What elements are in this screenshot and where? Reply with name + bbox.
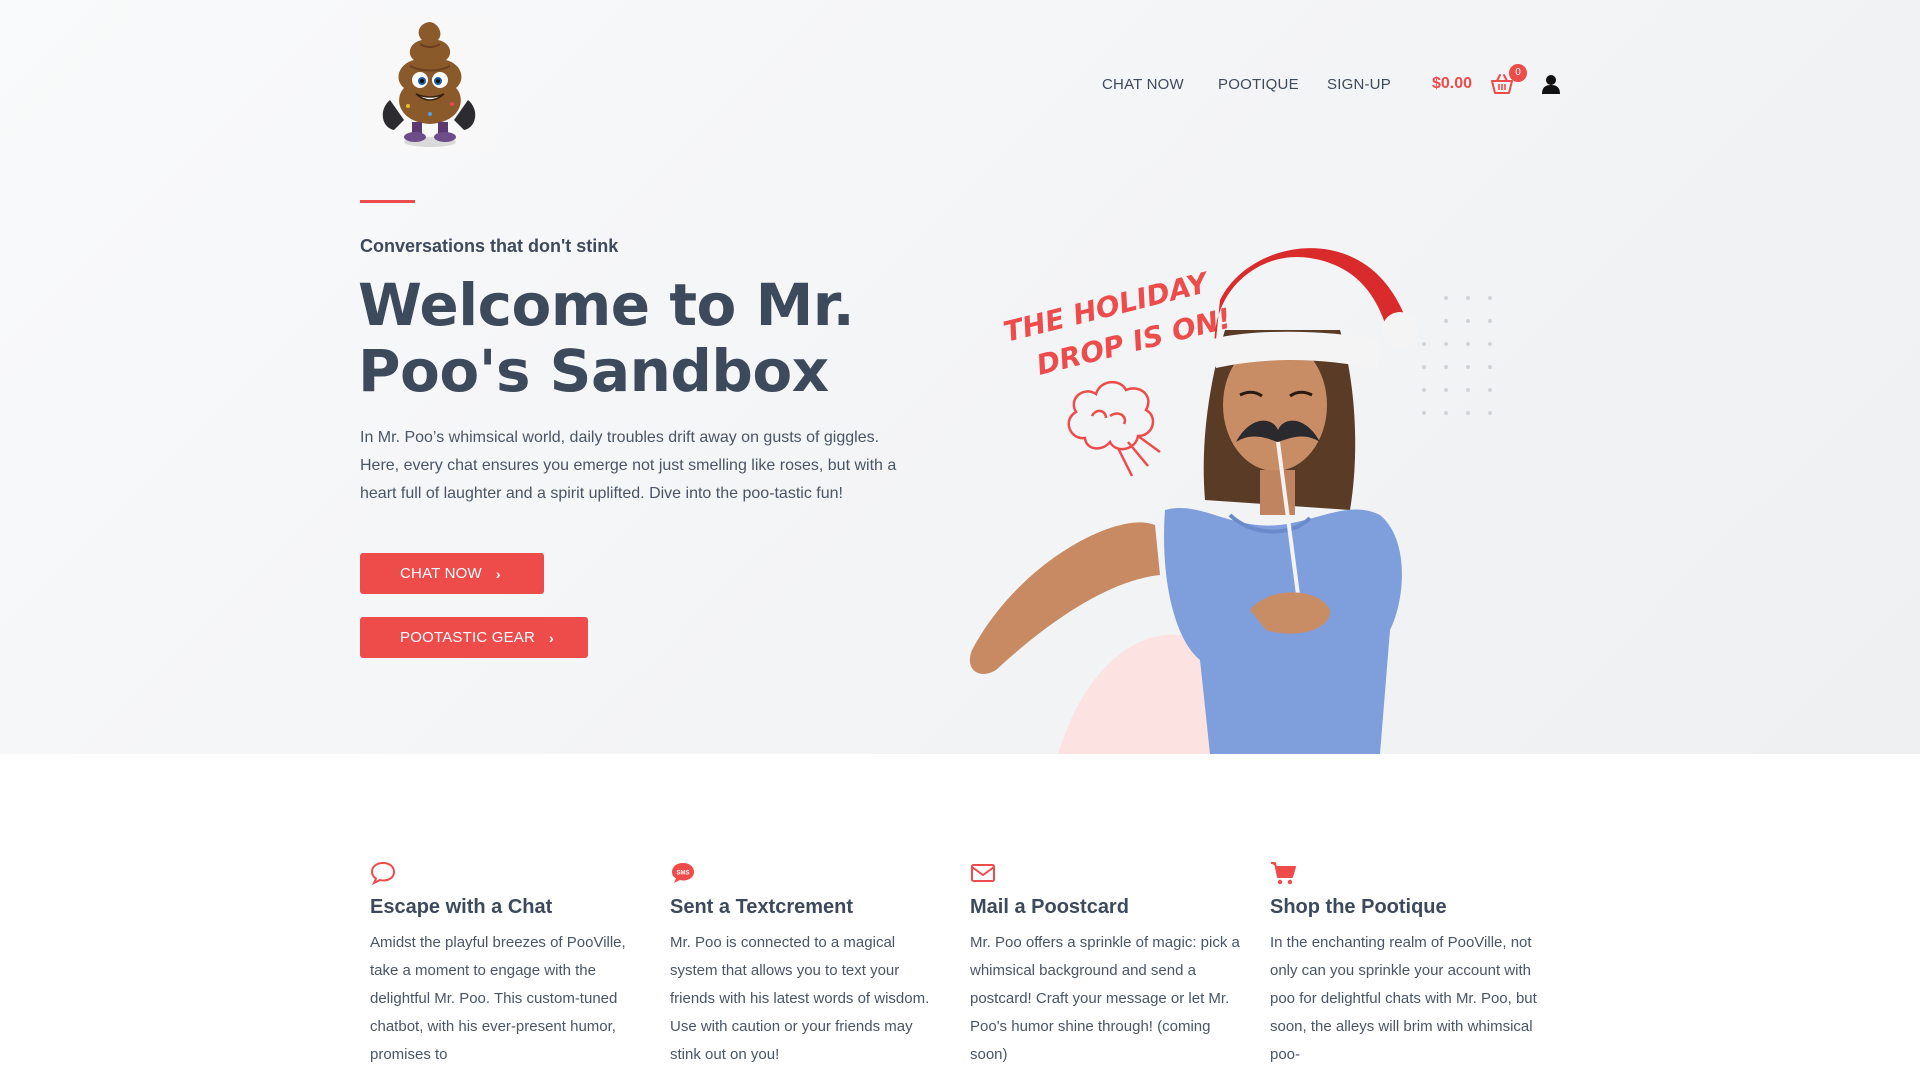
hero-headline-line1: Welcome to Mr. (358, 271, 855, 339)
feature-title: Mail a Poostcard (970, 896, 1129, 918)
feature-text: In the enchanting realm of PooVille, not… (1270, 934, 1537, 1063)
nav-chat-now[interactable]: CHAT NOW (1102, 76, 1184, 93)
feature-title: Escape with a Chat (370, 896, 553, 918)
gas-cloud-icon (1067, 381, 1161, 477)
chat-now-button-label: CHAT NOW (400, 565, 482, 582)
feature-text: Mr. Poo is connected to a magical system… (670, 934, 930, 1063)
site-logo[interactable] (360, 14, 498, 154)
nav-pootique[interactable]: POOTIQUE (1218, 76, 1299, 93)
cart-count-badge: 0 (1509, 64, 1527, 82)
user-account-icon[interactable] (1542, 74, 1560, 94)
feature-text: Mr. Poo offers a sprinkle of magic: pick… (970, 934, 1240, 1063)
feature-poostcard: Mail a Poostcard Mr. Poo offers a sprink… (970, 860, 1240, 1069)
svg-text:SMS: SMS (676, 871, 689, 877)
mr-poo-mascot-icon (382, 22, 476, 147)
feature-textcrement: SMS Sent a Textcrement Mr. Poo is connec… (670, 860, 940, 1069)
holiday-promo-text: THE HOLIDAY DROP IS ON! (1000, 266, 1234, 382)
hero-headline-line2: Poo's Sandbox (358, 337, 829, 405)
feature-escape-chat: Escape with a Chat Amidst the playful br… (370, 860, 640, 1069)
feature-title: Shop the Pootique (1270, 896, 1447, 918)
hero-intro: In Mr. Poo’s whimsical world, daily trou… (360, 429, 897, 502)
hero-illustration: THE HOLIDAY DROP IS ON! (969, 248, 1492, 754)
envelope-icon (971, 864, 995, 882)
pootastic-gear-button-label: POOTASTIC GEAR (400, 629, 536, 646)
accent-divider (360, 200, 415, 203)
pootastic-gear-button[interactable]: POOTASTIC GEAR › (360, 617, 588, 658)
dot-grid-decoration (1422, 296, 1492, 415)
feature-title: Sent a Textcrement (670, 896, 854, 918)
cart-total[interactable]: $0.00 (1432, 75, 1472, 93)
chat-now-button[interactable]: CHAT NOW › (360, 553, 544, 594)
chevron-right-icon: › (495, 565, 501, 582)
chevron-right-icon: › (549, 629, 554, 646)
feature-pootique: Shop the Pootique In the enchanting real… (1270, 860, 1540, 1069)
feature-text: Amidst the playful breezes of PooVille, … (370, 934, 626, 1063)
hero-tagline: Conversations that don't stink (360, 236, 619, 256)
shopping-cart-icon (1271, 862, 1296, 885)
hero-headline: Welcome to Mr. Poo's Sandbox (358, 272, 918, 404)
nav-sign-up[interactable]: SIGN-UP (1327, 76, 1391, 93)
sms-icon: SMS (672, 863, 694, 883)
speech-bubble-icon (370, 861, 396, 886)
